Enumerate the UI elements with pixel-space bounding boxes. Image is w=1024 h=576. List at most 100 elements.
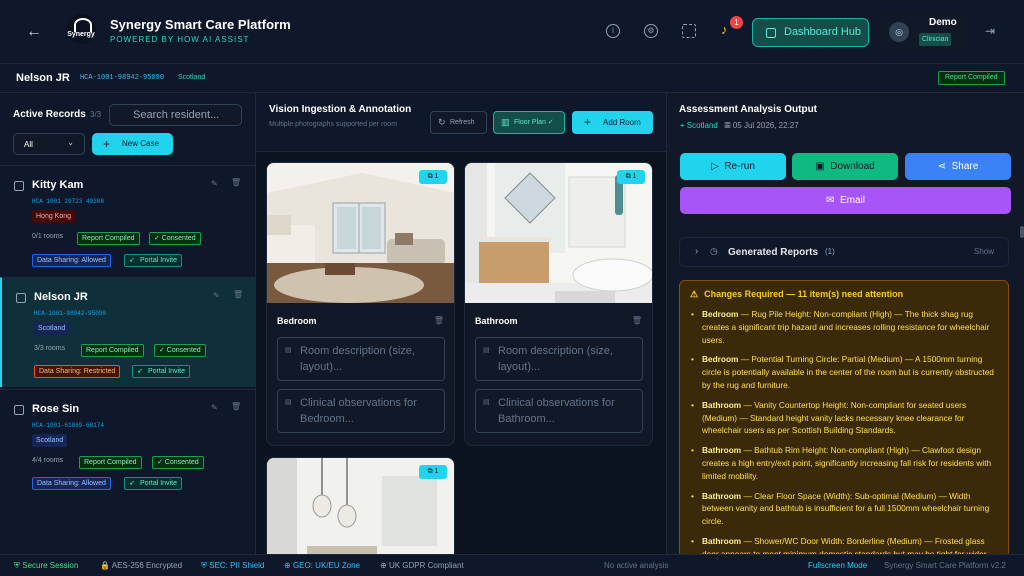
room-card: ⧉ 1 <box>266 457 455 554</box>
add-room-button[interactable]: + Add Room <box>572 111 653 134</box>
data-sharing-pill: Data Sharing: Allowed <box>32 477 111 490</box>
scrollbar-thumb[interactable] <box>1020 226 1024 238</box>
case-checkbox[interactable] <box>14 405 24 415</box>
report-status-pill: Report Compiled <box>77 232 140 245</box>
room-count: 3/3 rooms <box>34 345 66 352</box>
case-item[interactable]: Rose Sin ✎ 🗑 HCA-1001-61869-60174 Scotla… <box>0 389 255 499</box>
bedroom-photo[interactable] <box>267 163 455 303</box>
generated-reports-title: Generated Reports <box>728 247 819 258</box>
portal-invite-pill[interactable]: ➶ Portal Invite <box>132 365 190 378</box>
case-item[interactable]: Kitty Kam ✎ 🗑 HCA 1001 29723 49308 Hong … <box>0 165 255 275</box>
case-checkbox[interactable] <box>14 181 24 191</box>
floor-plan-icon: ▥ <box>501 117 510 127</box>
case-name: Rose Sin <box>32 403 80 415</box>
portal-invite-pill[interactable]: ➶ Portal Invite <box>124 477 182 490</box>
fullscreen-mode-link[interactable]: Fullscreen Mode <box>808 561 867 570</box>
report-status-badge: Report Compiled <box>938 71 1005 85</box>
list-item: Bathroom — Clear Floor Space (Width): Su… <box>690 490 996 528</box>
analysis-meta: ⌖ Scotland ▦ 05 Jul 2026, 22:27 <box>680 121 799 130</box>
case-id: HCA-1001-61869-60174 <box>32 422 105 429</box>
dashboard-hub-button[interactable]: Dashboard Hub <box>752 18 869 47</box>
portal-invite-pill[interactable]: ➶ Portal Invite <box>124 254 182 267</box>
trash-icon[interactable]: 🗑 <box>233 290 243 299</box>
list-item: Bedroom — Rug Pile Height: Non-compliant… <box>690 308 996 346</box>
patient-name: Nelson JR <box>16 72 70 84</box>
warning-icon: ⚠ <box>690 289 699 299</box>
logout-icon[interactable]: ⇥ <box>985 24 995 38</box>
calendar-icon: ▦ <box>724 121 733 130</box>
back-arrow-icon[interactable]: ← <box>24 22 44 42</box>
findings-list: Bedroom — Rug Pile Height: Non-compliant… <box>690 308 996 554</box>
report-status-pill: Report Compiled <box>79 456 142 469</box>
floor-plan-button[interactable]: ▥ Floor Plan ✓ <box>493 111 565 134</box>
share-button[interactable]: ⋖ Share <box>905 153 1011 180</box>
analysis-title: Assessment Analysis Output <box>679 104 818 115</box>
edit-icon[interactable]: ✎ <box>211 179 218 188</box>
send-icon: ➶ <box>137 368 143 375</box>
region-tag: Scotland <box>32 434 68 447</box>
secure-session-status: ⛨ Secure Session <box>14 561 79 570</box>
user-name: Demo <box>929 17 957 28</box>
edit-icon[interactable]: ✎ <box>213 291 220 300</box>
user-avatar-icon: ◎ <box>889 22 909 42</box>
app-subtitle: POWERED BY HOW AI ASSIST <box>110 35 250 44</box>
compress-icon[interactable] <box>682 24 696 38</box>
top-bar: ← Synergy Synergy Smart Care Platform PO… <box>0 0 1024 64</box>
list-item: Bedroom — Potential Turning Circle: Part… <box>690 353 996 391</box>
version-label: Synergy Smart Care Platform v2.2 <box>884 561 1006 570</box>
send-icon: ➶ <box>129 257 135 264</box>
bathroom-photo[interactable] <box>465 163 653 303</box>
consent-pill: ✓ Consented <box>149 232 201 245</box>
email-button[interactable]: ✉ Email <box>680 187 1011 214</box>
envelope-icon: ✉ <box>826 195 838 206</box>
send-icon: ➶ <box>129 480 135 487</box>
search-input[interactable] <box>109 104 242 126</box>
alert-title: ⚠ Changes Required — 11 item(s) need atte… <box>690 289 904 299</box>
download-button[interactable]: ▣ Download <box>792 153 898 180</box>
list-item: Bathroom — Bathtub Rim Height: Non-compl… <box>690 444 996 482</box>
info-icon[interactable]: i <box>606 24 620 38</box>
case-checkbox[interactable] <box>16 293 26 303</box>
edit-icon[interactable]: ✎ <box>211 403 218 412</box>
clinical-observations-field[interactable]: Clinical observations for Bathroom... <box>475 389 643 433</box>
patient-bar: Nelson JR HCA-1001-98942-95090 Scotland … <box>0 64 1024 93</box>
show-link[interactable]: Show <box>974 247 994 256</box>
app-title: Synergy Smart Care Platform <box>110 17 291 32</box>
gear-icon[interactable]: ⚙ <box>644 24 658 38</box>
user-menu[interactable]: ◎ Demo Clinician <box>879 11 969 53</box>
room-description-field[interactable]: Room description (size, layout)... <box>277 337 445 381</box>
room-name: Bedroom <box>277 316 317 326</box>
photo-count-badge: ⧉ 1 <box>419 465 447 479</box>
case-item[interactable]: Nelson JR ✎ 🗑 HCA-1001-98942-95090 Scotl… <box>0 277 255 387</box>
trash-icon[interactable]: 🗑 <box>632 316 642 325</box>
case-name: Kitty Kam <box>32 179 84 191</box>
room-description-field[interactable]: Room description (size, layout)... <box>475 337 643 381</box>
trash-icon[interactable]: 🗑 <box>231 178 241 187</box>
photo-count-badge: ⧉ 1 <box>617 170 645 184</box>
photo-count-badge: ⧉ 1 <box>419 170 447 184</box>
records-title: Active Records <box>13 109 86 120</box>
vision-header: Vision Ingestion & Annotation Multiple p… <box>256 93 666 152</box>
generated-reports-toggle[interactable]: › ◷ Generated Reports (1) Show <box>679 237 1009 267</box>
case-id: HCA 1001 29723 49308 <box>32 198 105 205</box>
refresh-button[interactable]: ↻ Refresh <box>430 111 487 134</box>
encryption-status: 🔒 AES-256 Encrypted <box>100 561 183 570</box>
gdpr-status: ⊕ UK GDPR Compliant <box>380 561 464 570</box>
new-case-button[interactable]: + New Case <box>92 133 173 155</box>
case-id: HCA-1001-98942-95090 <box>34 310 107 317</box>
case-name: Nelson JR <box>34 291 88 303</box>
history-icon: ◷ <box>710 246 718 256</box>
trash-icon[interactable]: 🗑 <box>231 402 241 411</box>
status-bar: ⛨ Secure Session 🔒 AES-256 Encrypted ⛨ S… <box>0 554 1024 576</box>
share-icon: ⋖ <box>937 161 949 172</box>
rerun-button[interactable]: ▷ Re-run <box>680 153 786 180</box>
clinical-observations-field[interactable]: Clinical observations for Bedroom... <box>277 389 445 433</box>
trash-icon[interactable]: 🗑 <box>434 316 444 325</box>
generated-reports-count: (1) <box>825 247 835 256</box>
chevron-down-icon: ⌄ <box>67 138 74 147</box>
vision-title: Vision Ingestion & Annotation <box>269 104 412 115</box>
region-tag: Hong Kong <box>32 210 76 223</box>
room-card-bathroom: ⧉ 1 Bathroom 🗑 Room description (size, l… <box>464 162 653 446</box>
data-sharing-pill: Data Sharing: Restricted <box>34 365 121 378</box>
filter-select[interactable]: All ⌄ <box>13 133 85 155</box>
